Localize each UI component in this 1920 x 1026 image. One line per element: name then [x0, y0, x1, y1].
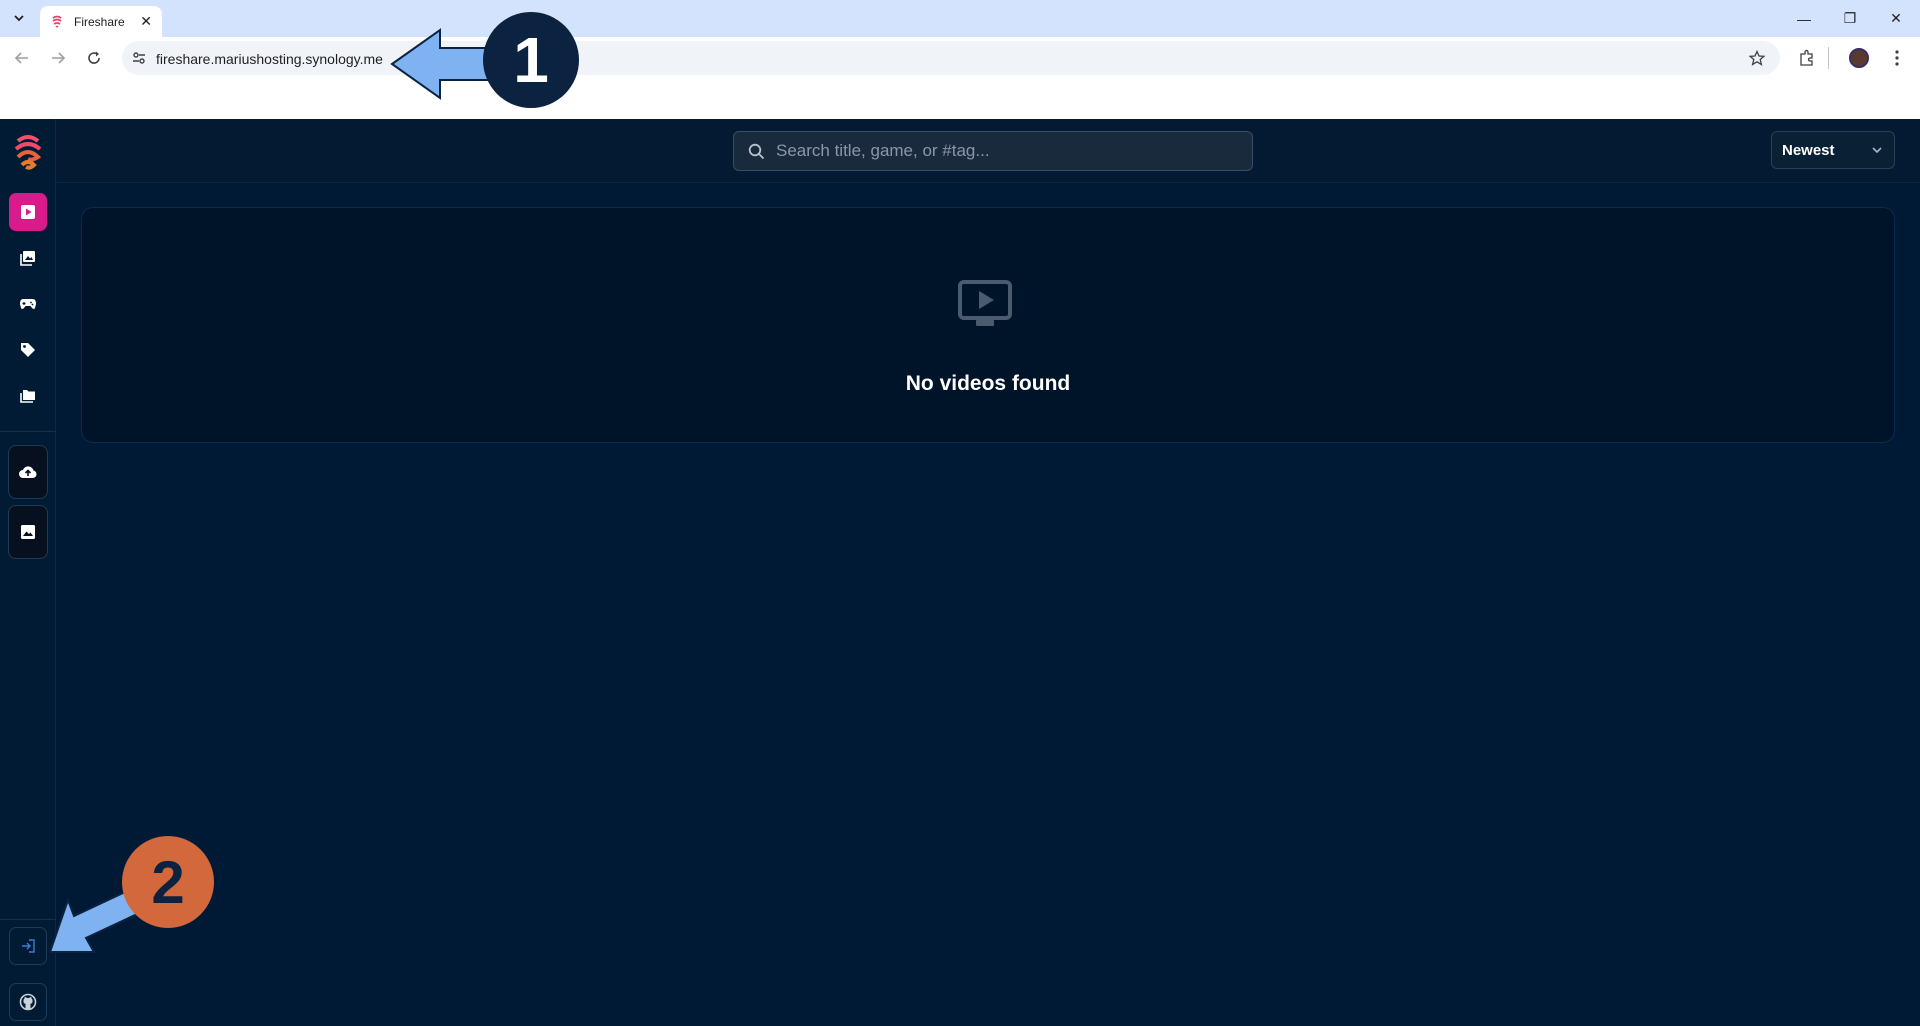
sidebar-divider [0, 431, 56, 432]
sidebar-item-videos[interactable] [9, 193, 47, 231]
images-icon [20, 251, 35, 266]
empty-state-card: No videos found [81, 207, 1895, 443]
browser-tab[interactable]: Fireshare ✕ [40, 6, 162, 37]
profile-avatar[interactable] [1844, 44, 1874, 72]
annotation-badge-2: 2 [122, 836, 214, 928]
browser-spacer [0, 79, 1920, 119]
sort-select[interactable]: Newest [1771, 131, 1895, 169]
upload-image-button[interactable] [8, 505, 48, 559]
toolbar-divider [1828, 47, 1829, 69]
site-settings-icon[interactable] [132, 51, 146, 65]
sidebar-item-folders[interactable] [9, 377, 47, 415]
window-close-icon[interactable]: ✕ [1873, 0, 1919, 37]
sort-value: Newest [1782, 141, 1835, 159]
search-icon [748, 143, 765, 160]
folders-icon [20, 390, 35, 403]
sidebar-item-games[interactable] [9, 285, 47, 323]
empty-state-message: No videos found [905, 372, 1071, 395]
annotation-arrow-1 [390, 28, 493, 100]
tab-close-icon[interactable]: ✕ [140, 13, 152, 30]
image-icon [21, 525, 35, 539]
browser-tab-strip: Fireshare ✕ — ❐ ✕ [0, 0, 1920, 37]
fireshare-logo-icon[interactable] [8, 131, 48, 175]
back-icon[interactable] [7, 44, 37, 72]
sidebar-item-images[interactable] [9, 239, 47, 277]
chevron-down-icon [1872, 147, 1882, 154]
tags-icon [21, 343, 35, 357]
tab-search-chevron-icon[interactable] [6, 6, 32, 30]
videos-icon [21, 205, 35, 219]
annotation-badge-1: 1 [483, 12, 579, 108]
restore-icon[interactable]: ❐ [1827, 0, 1873, 37]
upload-video-button[interactable] [8, 445, 48, 499]
sidebar-item-tags[interactable] [9, 331, 47, 369]
url-text[interactable]: fireshare.mariushosting.synology.me [156, 51, 383, 67]
tab-title: Fireshare [74, 14, 125, 29]
github-icon [19, 993, 37, 1011]
browser-menu-icon[interactable] [1882, 44, 1912, 72]
main-content: No videos found [56, 183, 1920, 1026]
app-topbar: Newest [56, 119, 1920, 183]
forward-icon[interactable] [43, 44, 73, 72]
reload-icon[interactable] [79, 44, 109, 72]
search-input[interactable] [776, 132, 1236, 170]
browser-toolbar: fireshare.mariushosting.synology.me [0, 37, 1920, 79]
games-icon [20, 299, 36, 309]
bookmark-star-icon[interactable] [1742, 44, 1772, 72]
extensions-icon[interactable] [1792, 44, 1822, 72]
address-bar[interactable]: fireshare.mariushosting.synology.me [122, 41, 1780, 75]
github-link[interactable] [9, 983, 47, 1021]
cloud-upload-icon [19, 466, 37, 478]
minimize-icon[interactable]: — [1781, 0, 1827, 37]
search-box[interactable] [733, 131, 1253, 171]
video-placeholder-icon [958, 280, 1012, 326]
fireshare-favicon-icon [52, 15, 62, 28]
